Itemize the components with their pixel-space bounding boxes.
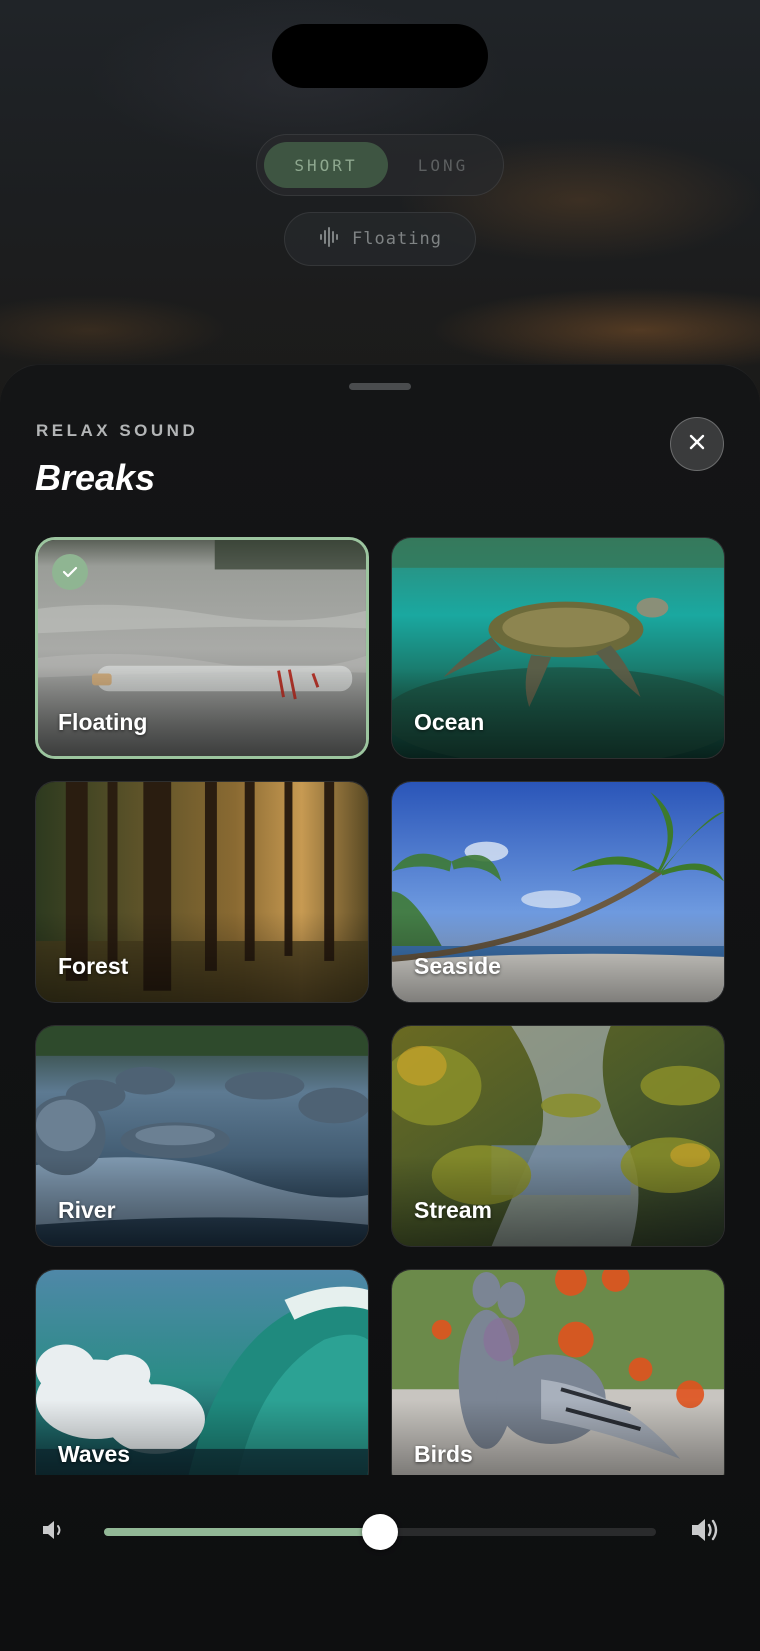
current-sound-button[interactable]: Floating [284, 212, 476, 266]
close-button[interactable] [670, 417, 724, 471]
sound-card-forest[interactable]: Forest [35, 781, 369, 1003]
volume-high-icon[interactable] [690, 1515, 722, 1549]
sound-card-river[interactable]: River [35, 1025, 369, 1247]
check-icon [52, 554, 88, 590]
sound-card-ocean[interactable]: Ocean [391, 537, 725, 759]
waveform-icon [318, 226, 340, 253]
sound-card-label: Stream [414, 1197, 492, 1223]
volume-slider-thumb[interactable] [362, 1514, 398, 1550]
sheet-drag-handle[interactable] [349, 383, 411, 390]
sound-card-waves[interactable]: Waves [35, 1269, 369, 1475]
volume-slider-fill [104, 1528, 380, 1536]
sound-card-label: Ocean [414, 709, 485, 735]
sound-card-birds[interactable]: Birds [391, 1269, 725, 1475]
sound-card-seaside[interactable]: Seaside [391, 781, 725, 1003]
short-mode-button[interactable]: SHORT [264, 142, 388, 188]
sound-card-floating[interactable]: Floating [35, 537, 369, 759]
volume-slider[interactable] [104, 1514, 656, 1550]
sound-card-label: Forest [58, 953, 129, 979]
sheet-title: Breaks [35, 457, 156, 498]
sound-grid: Floating Ocean Forest Seaside River Stre… [35, 537, 725, 1475]
long-mode-button[interactable]: LONG [388, 142, 498, 188]
close-icon [688, 433, 706, 455]
sound-card-label: Birds [414, 1441, 473, 1467]
volume-low-icon[interactable] [40, 1517, 66, 1547]
sound-picker-sheet: RELAX SOUND Breaks Floating Ocean Forest… [0, 364, 760, 1651]
dynamic-island [272, 24, 488, 88]
sound-card-label: Waves [58, 1441, 131, 1467]
sheet-eyebrow: RELAX SOUND [36, 421, 199, 440]
sound-card-stream[interactable]: Stream [391, 1025, 725, 1247]
mode-toggle: SHORT LONG [256, 134, 504, 196]
sound-card-label: Floating [58, 709, 148, 735]
sound-card-label: River [58, 1197, 116, 1223]
current-sound-label: Floating [352, 229, 442, 249]
sound-card-label: Seaside [414, 953, 501, 979]
